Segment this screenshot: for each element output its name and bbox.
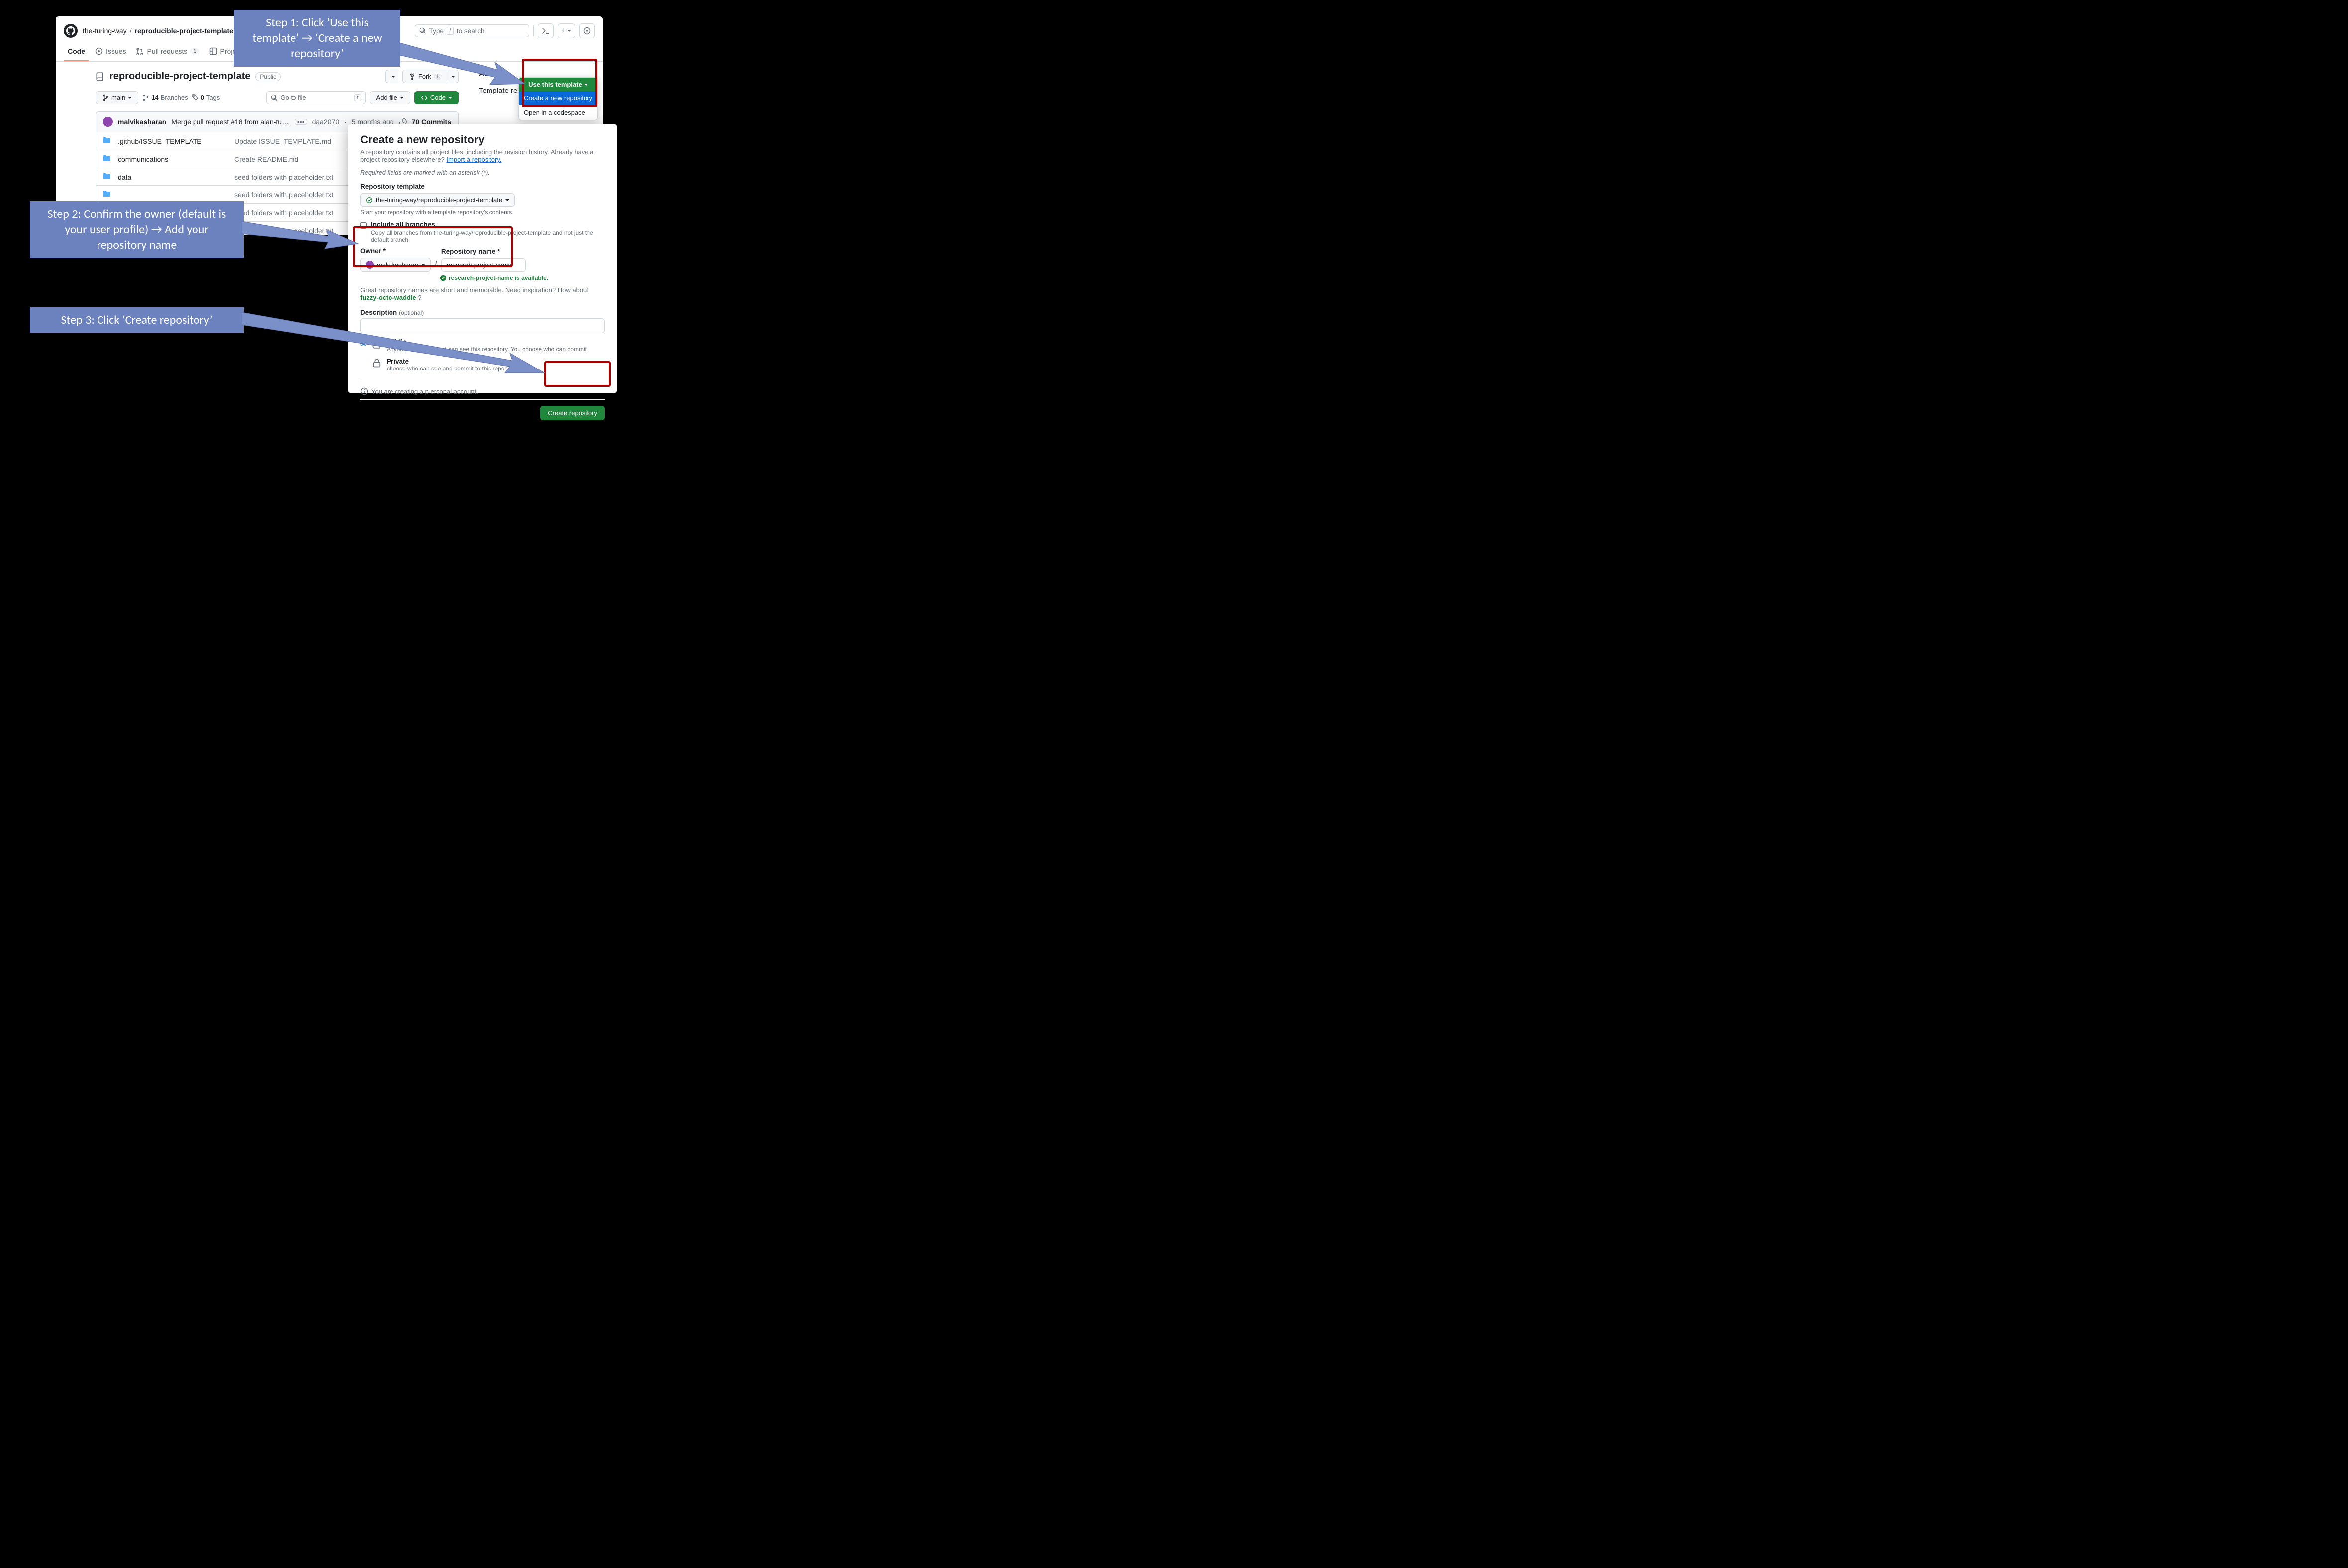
annotation-step3: Step 3: Click ‘Create repository’ xyxy=(30,307,244,333)
breadcrumb-owner[interactable]: the-turing-way xyxy=(83,27,127,35)
slash-key-hint: / xyxy=(447,27,454,35)
code-button[interactable]: Code xyxy=(414,91,459,104)
global-search-input[interactable]: Type / to search xyxy=(415,24,529,37)
visibility-public-radio[interactable] xyxy=(360,340,367,346)
star-button[interactable] xyxy=(385,70,398,83)
create-repository-button[interactable]: Create repository xyxy=(540,406,605,420)
check-circle-icon xyxy=(440,275,447,281)
tab-issues[interactable]: Issues xyxy=(91,42,130,61)
breadcrumb-repo[interactable]: reproducible-project-template xyxy=(135,27,233,35)
pull-request-icon xyxy=(136,47,144,55)
command-palette-button[interactable] xyxy=(538,23,554,38)
branches-link[interactable]: 14Branches xyxy=(142,94,188,101)
folder-icon xyxy=(103,190,111,199)
code-icon xyxy=(421,94,428,101)
availability-status: research-project-name is available. xyxy=(440,275,605,281)
import-repository-link[interactable]: Import a repository. xyxy=(446,156,501,163)
repo-icon xyxy=(96,72,104,81)
branch-icon xyxy=(102,94,109,101)
tab-code[interactable]: Code xyxy=(64,42,89,61)
repo-icon xyxy=(372,339,382,349)
folder-icon xyxy=(103,172,111,182)
branch-icon xyxy=(142,94,149,101)
fork-dropdown[interactable] xyxy=(448,70,459,83)
include-branches-checkbox[interactable] xyxy=(360,222,367,229)
avatar xyxy=(103,117,113,127)
avatar xyxy=(366,261,374,269)
use-template-button[interactable]: Use this template xyxy=(519,78,597,91)
fork-button[interactable]: Fork1 xyxy=(402,70,448,83)
tags-link[interactable]: 0Tags xyxy=(192,94,220,101)
branch-select[interactable]: main xyxy=(96,91,138,104)
annotation-step2: Step 2: Confirm the owner (default is yo… xyxy=(30,201,244,258)
create-repository-pane: Create a new repository A repository con… xyxy=(348,124,617,393)
lock-icon xyxy=(372,358,382,368)
annotation-step1: Step 1: Click ‘Use this template’ → ‘Cre… xyxy=(234,10,400,67)
ellipsis-icon[interactable]: ••• xyxy=(295,119,307,125)
search-icon xyxy=(271,94,278,101)
folder-icon xyxy=(103,154,111,164)
folder-icon xyxy=(103,136,111,146)
github-logo-icon[interactable] xyxy=(64,24,78,38)
search-icon xyxy=(419,27,426,34)
create-new-button[interactable]: + xyxy=(558,23,575,38)
page-title: reproducible-project-template xyxy=(109,71,250,82)
fork-icon xyxy=(409,73,416,80)
breadcrumb: the-turing-way / reproducible-project-te… xyxy=(83,27,233,35)
page-title: Create a new repository xyxy=(360,133,605,146)
repository-name-input[interactable] xyxy=(441,258,526,272)
template-select[interactable]: the-turing-way/reproducible-project-temp… xyxy=(360,193,515,207)
issues-icon xyxy=(95,47,103,55)
repo-title-row: reproducible-project-template Public For… xyxy=(96,70,459,83)
info-icon xyxy=(360,387,368,395)
description-input[interactable] xyxy=(360,318,605,333)
use-template-dropdown: Use this template Create a new repositor… xyxy=(518,77,598,120)
dd-open-in-codespace[interactable]: Open in a codespace xyxy=(519,105,597,120)
add-file-button[interactable]: Add file xyxy=(370,91,410,104)
projects-icon xyxy=(209,47,217,55)
tag-icon xyxy=(192,94,199,101)
repo-template-icon xyxy=(366,197,373,204)
name-suggestion-link[interactable]: fuzzy-octo-waddle xyxy=(360,294,416,301)
go-to-file-input[interactable]: Go to filet xyxy=(266,91,366,104)
visibility-badge: Public xyxy=(255,72,281,81)
tab-pull-requests[interactable]: Pull requests1 xyxy=(132,42,203,61)
issues-tray-button[interactable] xyxy=(579,23,595,38)
owner-select[interactable]: malvikasharan xyxy=(360,258,431,272)
dd-create-new-repository[interactable]: Create a new repository xyxy=(519,91,597,105)
